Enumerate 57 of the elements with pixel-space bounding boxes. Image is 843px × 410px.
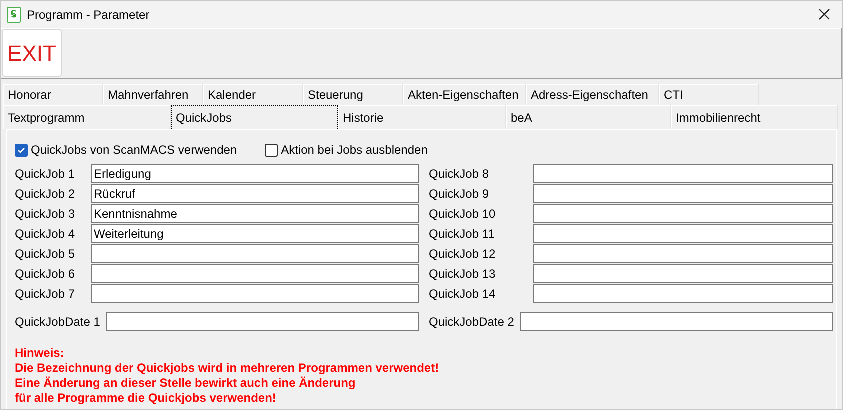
- input-field[interactable]: [520, 312, 833, 331]
- input-field[interactable]: Erledigung: [91, 164, 419, 183]
- tab[interactable]: Adress-Eigenschaften: [526, 84, 659, 105]
- input-field[interactable]: [533, 204, 833, 223]
- input-field[interactable]: [91, 284, 419, 303]
- field-label: QuickJob 8: [429, 166, 490, 182]
- window-title: Programm - Parameter: [27, 6, 150, 24]
- field-label: QuickJobDate 2: [429, 314, 516, 330]
- close-icon[interactable]: [819, 9, 830, 20]
- input-field[interactable]: Weiterleitung: [91, 224, 419, 243]
- checkmark-icon: [17, 146, 26, 154]
- field-label: QuickJob 1: [15, 166, 76, 182]
- tab[interactable]: Steuerung: [303, 84, 403, 105]
- checkbox[interactable]: [15, 144, 28, 156]
- input-field[interactable]: [533, 184, 833, 203]
- input-field[interactable]: [533, 244, 833, 263]
- exit-button[interactable]: EXIT: [2, 29, 62, 77]
- tab[interactable]: Akten-Eigenschaften: [403, 84, 526, 105]
- field-label: QuickJob 2: [15, 186, 76, 202]
- app-icon: [7, 6, 21, 22]
- input-field[interactable]: Kenntnisnahme: [91, 204, 419, 223]
- input-field[interactable]: [106, 312, 419, 331]
- checkbox-label[interactable]: QuickJobs von ScanMACS verwenden: [31, 141, 238, 159]
- checkbox[interactable]: [265, 144, 278, 156]
- field-label: QuickJob 10: [429, 206, 497, 222]
- tab[interactable]: Historie: [338, 105, 506, 129]
- tab[interactable]: Honorar: [3, 84, 103, 105]
- field-label: QuickJob 7: [15, 286, 76, 302]
- field-label: QuickJob 3: [15, 206, 76, 222]
- notice-text: Hinweis:: [15, 346, 66, 361]
- input-field[interactable]: [533, 264, 833, 283]
- tab[interactable]: Textprogramm: [3, 105, 171, 129]
- input-field[interactable]: [533, 164, 833, 183]
- field-label: QuickJob 9: [429, 186, 490, 202]
- field-label: QuickJob 12: [429, 246, 497, 262]
- tab[interactable]: beA: [506, 105, 671, 129]
- input-field[interactable]: Rückruf: [91, 184, 419, 203]
- notice-text: für alle Programme die Quickjobs verwenden!: [15, 391, 278, 406]
- tab[interactable]: Immobilienrecht: [671, 105, 838, 129]
- input-field[interactable]: [91, 244, 419, 263]
- checkbox-label[interactable]: Aktion bei Jobs ausblenden: [281, 141, 428, 159]
- input-field[interactable]: [533, 284, 833, 303]
- field-label: QuickJob 13: [429, 266, 497, 282]
- tab[interactable]: Mahnverfahren: [103, 84, 203, 105]
- tab[interactable]: CTI: [659, 84, 759, 105]
- field-label: QuickJob 11: [429, 226, 496, 242]
- field-label: QuickJob 14: [429, 286, 497, 302]
- tab[interactable]: Kalender: [203, 84, 303, 105]
- field-label: QuickJob 6: [15, 266, 76, 282]
- notice-text: Eine Änderung an dieser Stelle bewirkt auch eine Änderung: [15, 376, 357, 391]
- input-field[interactable]: [533, 224, 833, 243]
- notice-text: Die Bezeichnung der Quickjobs wird in mehreren Programmen verwendet!: [15, 361, 440, 376]
- input-field[interactable]: [91, 264, 419, 283]
- field-label: QuickJob 5: [15, 246, 76, 262]
- field-label: QuickJobDate 1: [15, 314, 102, 330]
- field-label: QuickJob 4: [15, 226, 76, 242]
- tab[interactable]: QuickJobs: [171, 105, 338, 129]
